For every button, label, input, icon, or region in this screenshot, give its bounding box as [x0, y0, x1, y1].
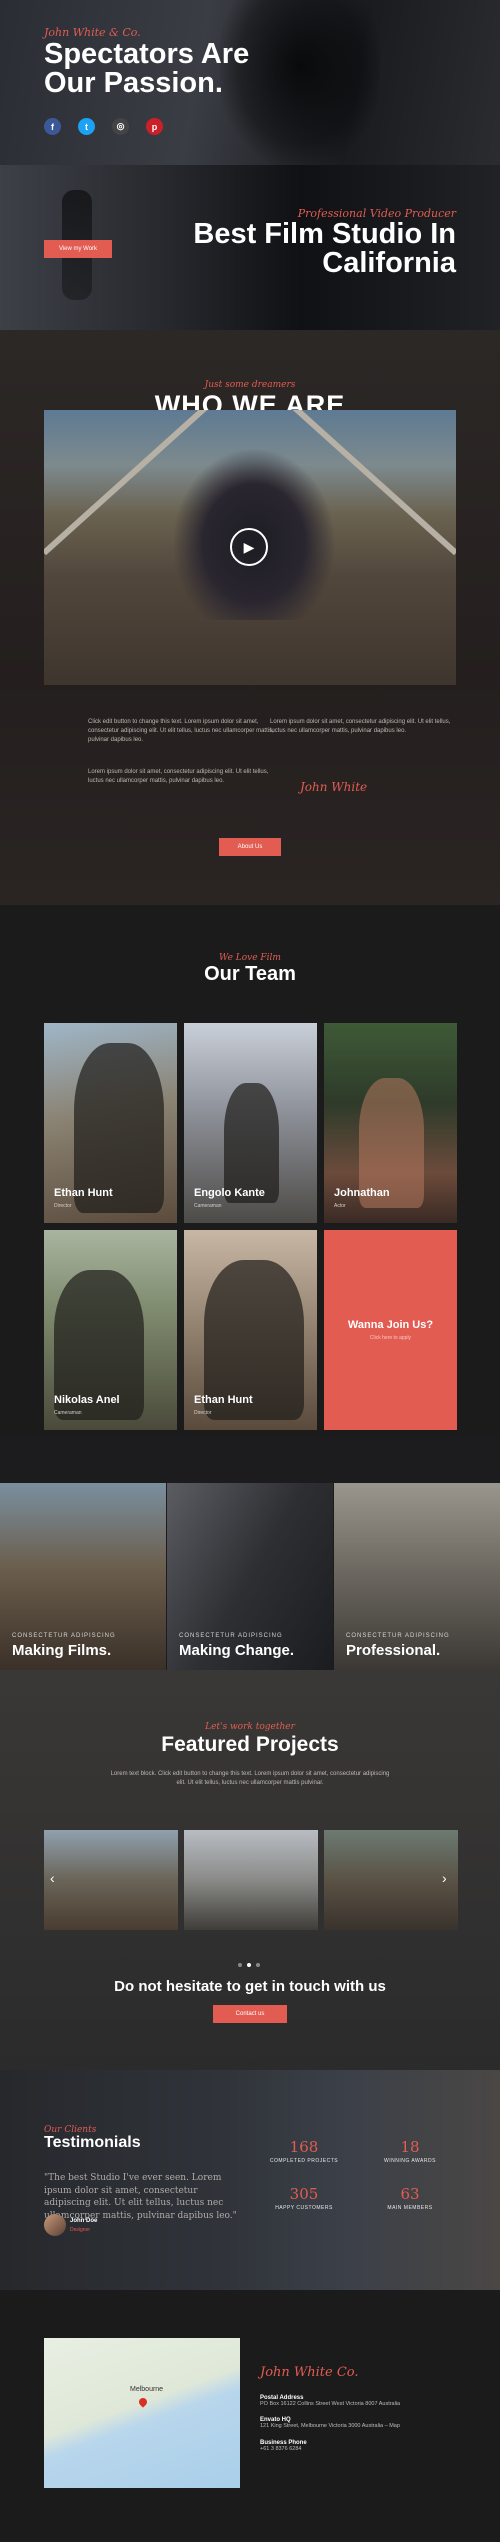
- stat-number: 18: [400, 2138, 420, 2156]
- studio-section: View my Work Professional Video Producer…: [0, 165, 500, 330]
- featured-script-text: Let's work together: [205, 1722, 295, 1732]
- project-slide[interactable]: [184, 1830, 318, 1930]
- project-slide[interactable]: [324, 1830, 458, 1930]
- team-script-text: We Love Film: [219, 953, 281, 963]
- testimonial-author-role: Designer: [70, 2227, 91, 2233]
- stat-completed-projects: 168 COMPLETED PROJECTS: [244, 2138, 364, 2164]
- postal-address: Postal Address PO Box 16122 Collins Stre…: [260, 2395, 400, 2407]
- chevron-right-icon[interactable]: ›: [442, 1870, 447, 1886]
- contact-section: Melbourne John White Co. Postal Address …: [0, 2290, 500, 2542]
- instagram-icon[interactable]: ◎: [112, 118, 129, 135]
- banner-kicker: CONSECTETUR ADIPISCING: [179, 1633, 283, 1639]
- phone-value: +61 3 8376 6284: [260, 2446, 302, 2452]
- pinterest-icon[interactable]: p: [146, 118, 163, 135]
- stat-number: 305: [289, 2185, 319, 2203]
- member-role: Cameraman: [54, 1410, 82, 1416]
- testimonials-title: Testimonials: [44, 2134, 141, 2151]
- stat-label: HAPPY CUSTOMERS: [275, 2205, 333, 2211]
- who-script-text: Just some dreamers: [204, 380, 296, 390]
- studio-title: Best Film Studio In California: [193, 218, 456, 279]
- member-name: Nikolas Anel: [54, 1394, 120, 1406]
- banner-making-films[interactable]: CONSECTETUR ADIPISCING Making Films.: [0, 1483, 166, 1670]
- member-name: Engolo Kante: [194, 1187, 265, 1199]
- banner-heading: Making Films.: [12, 1642, 112, 1659]
- avatar: [44, 2214, 66, 2236]
- team-card[interactable]: Nikolas Anel Cameraman: [44, 1230, 177, 1430]
- banner-heading: Making Change.: [179, 1642, 295, 1659]
- stat-winning-awards: 18 WINNING AWARDS: [350, 2138, 470, 2164]
- featured-lead: Lorem text block. Click edit button to c…: [110, 1771, 390, 1786]
- facebook-icon[interactable]: f: [44, 118, 61, 135]
- member-name: Johnathan: [334, 1187, 390, 1199]
- team-card[interactable]: Ethan Hunt Director: [184, 1230, 317, 1430]
- member-role: Cameraman: [194, 1203, 222, 1209]
- contact-signature: John White Co.: [260, 2365, 359, 2380]
- hero-title: Spectators Are Our Passion.: [44, 38, 250, 99]
- who-paragraph-3: Lorem ipsum dolor sit amet, consectetur …: [88, 769, 269, 784]
- member-role: Director: [54, 1203, 72, 1209]
- join-us-title: Wanna Join Us?: [347, 1319, 434, 1331]
- testimonials-section: Our Clients Testimonials "The best Studi…: [0, 2070, 500, 2290]
- testimonial-quote: "The best Studio I've ever seen. Lorem i…: [44, 2173, 237, 2221]
- banner-professional[interactable]: CONSECTETUR ADIPISCING Professional.: [334, 1483, 500, 1670]
- member-role: Actor: [334, 1203, 346, 1209]
- carousel-dot[interactable]: [247, 1963, 251, 1967]
- carousel-dots: [238, 1963, 260, 1967]
- stat-main-members: 63 MAIN MEMBERS: [350, 2185, 470, 2211]
- member-name: Ethan Hunt: [194, 1394, 253, 1406]
- member-name: Ethan Hunt: [54, 1187, 113, 1199]
- stat-label: MAIN MEMBERS: [387, 2205, 433, 2211]
- signature: John White: [300, 780, 368, 794]
- who-paragraph-2: Lorem ipsum dolor sit amet, consectetur …: [270, 719, 451, 734]
- team-card[interactable]: Ethan Hunt Director: [44, 1023, 177, 1223]
- twitter-icon[interactable]: t: [78, 118, 95, 135]
- carousel-dot[interactable]: [238, 1963, 242, 1967]
- team-section: We Love Film Our Team Ethan Hunt Directo…: [0, 905, 500, 1435]
- stat-label: COMPLETED PROJECTS: [269, 2158, 339, 2164]
- stat-happy-customers: 305 HAPPY CUSTOMERS: [244, 2185, 364, 2211]
- who-paragraph-1: Click edit button to change this text. L…: [88, 719, 274, 743]
- banner-row: CONSECTETUR ADIPISCING Making Films. CON…: [0, 1435, 500, 1670]
- contact-us-button[interactable]: Contact us: [213, 2005, 287, 2023]
- team-title: Our Team: [204, 963, 296, 985]
- join-us-subtitle: Click here to apply: [369, 1335, 412, 1341]
- team-card[interactable]: Johnathan Actor: [324, 1023, 457, 1223]
- team-card[interactable]: Engolo Kante Cameraman: [184, 1023, 317, 1223]
- map-pin-icon: [137, 2396, 149, 2408]
- contact-cta-text: Do not hesitate to get in touch with us: [114, 1978, 386, 1995]
- business-phone: Business Phone +61 3 8376 6284: [260, 2440, 307, 2452]
- who-we-are-section: Just some dreamers WHO WE ARE ▶ Click ed…: [0, 330, 500, 905]
- chevron-left-icon[interactable]: ‹: [50, 1870, 55, 1886]
- video-thumbnail[interactable]: ▶: [44, 410, 456, 685]
- postal-value: PO Box 16122 Collins Street West Victori…: [260, 2401, 401, 2407]
- member-role: Director: [194, 1410, 212, 1416]
- featured-projects-section: Let's work together Featured Projects Lo…: [0, 1670, 500, 2070]
- banner-making-change[interactable]: CONSECTETUR ADIPISCING Making Change.: [167, 1483, 333, 1670]
- play-icon[interactable]: ▶: [230, 528, 268, 566]
- stat-number: 63: [400, 2185, 420, 2203]
- envato-address: Envato HQ 121 King Street, Melbourne Vic…: [260, 2417, 400, 2429]
- carousel-dot[interactable]: [256, 1963, 260, 1967]
- banner-heading: Professional.: [346, 1642, 441, 1659]
- stat-number: 168: [289, 2138, 319, 2156]
- join-us-card[interactable]: Wanna Join Us? Click here to apply: [324, 1230, 457, 1430]
- testimonial-author: John Doe: [70, 2218, 98, 2224]
- envato-value: 121 King Street, Melbourne Victoria 3000…: [260, 2423, 400, 2429]
- project-slide[interactable]: [44, 1830, 178, 1930]
- hero-section: John White & Co. Spectators Are Our Pass…: [0, 0, 500, 165]
- about-us-button[interactable]: About Us: [219, 838, 281, 856]
- map-city-label: Melbourne: [130, 2386, 164, 2393]
- stat-label: WINNING AWARDS: [384, 2158, 436, 2164]
- banner-kicker: CONSECTETUR ADIPISCING: [12, 1633, 116, 1639]
- location-map[interactable]: Melbourne: [44, 2338, 240, 2488]
- banner-kicker: CONSECTETUR ADIPISCING: [346, 1633, 450, 1639]
- view-work-button[interactable]: View my Work: [44, 240, 112, 258]
- featured-title: Featured Projects: [161, 1733, 339, 1756]
- member-figure: [224, 1083, 279, 1203]
